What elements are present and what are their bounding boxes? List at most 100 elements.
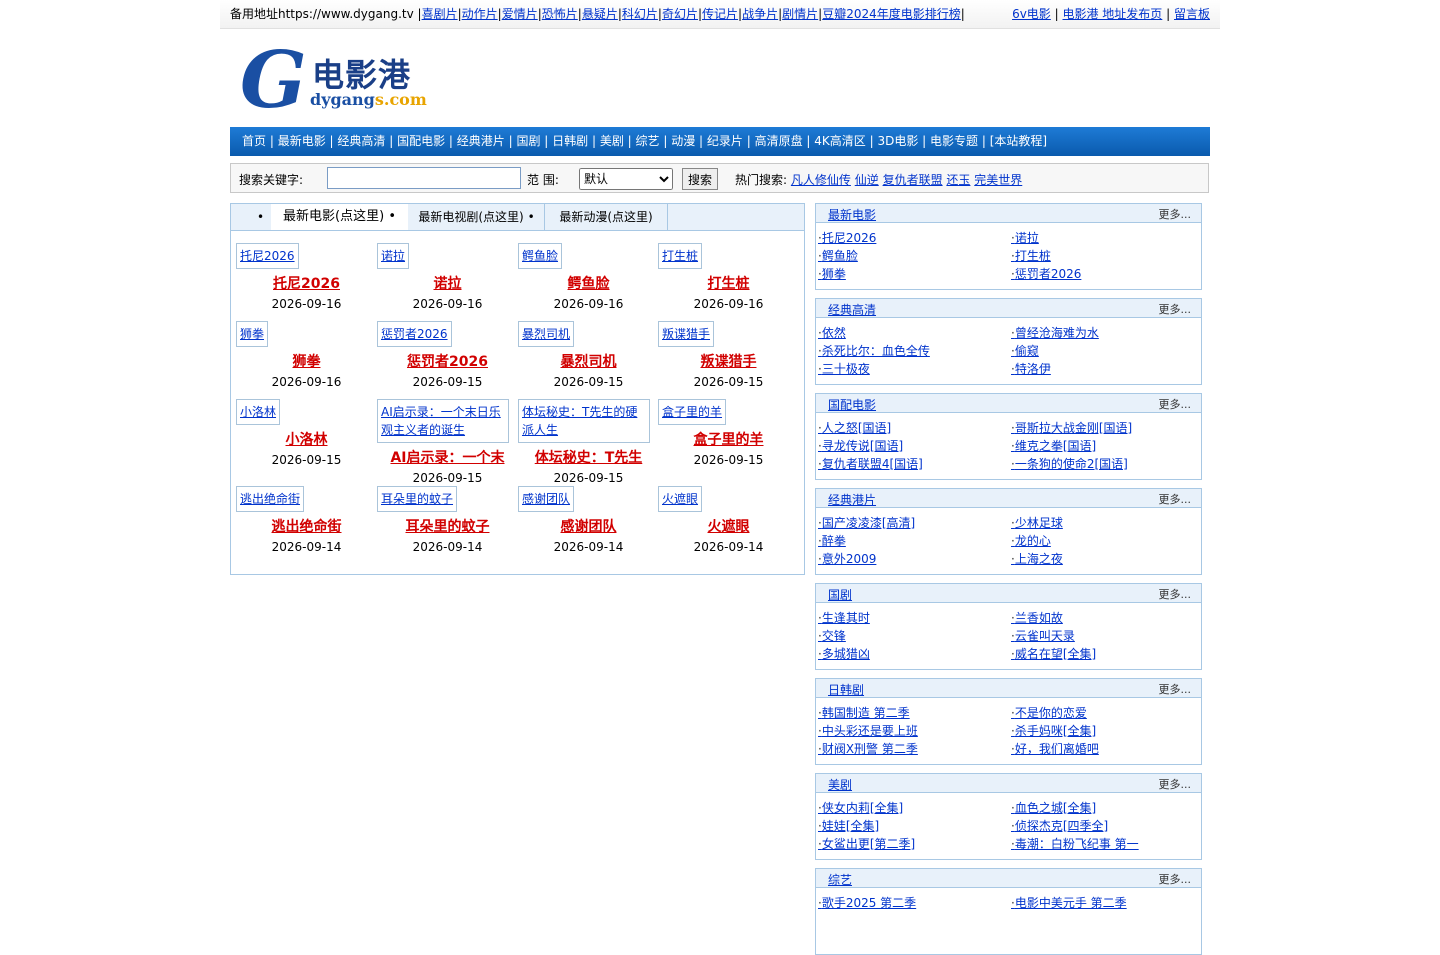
top-link-0[interactable]: 喜剧片 <box>422 7 458 21</box>
sidebar-box-title[interactable]: 国剧 <box>828 586 852 603</box>
sidebar-item[interactable]: 依然 <box>818 324 846 341</box>
sidebar-item[interactable]: 打生桩 <box>1011 247 1051 264</box>
hot-search-link-3[interactable]: 还玉 <box>946 173 970 187</box>
movie-thumb[interactable]: 耳朵里的蚊子 <box>377 486 458 512</box>
movie-title[interactable]: 小洛林 <box>236 429 377 449</box>
nav-item-7[interactable]: 美剧 <box>600 134 624 148</box>
more-link[interactable]: 更多... <box>1159 776 1192 792</box>
sidebar-box-title[interactable]: 经典高清 <box>828 301 876 318</box>
movie-title[interactable]: 鳄鱼脸 <box>518 273 659 293</box>
movie-title[interactable]: 暴烈司机 <box>518 351 659 371</box>
movie-thumb[interactable]: 打生桩 <box>658 243 703 269</box>
sidebar-box-title[interactable]: 日韩剧 <box>828 681 864 698</box>
nav-item-8[interactable]: 综艺 <box>636 134 660 148</box>
search-input[interactable] <box>327 167 521 189</box>
sidebar-item[interactable]: 偷窥 <box>1011 342 1039 359</box>
sidebar-item[interactable]: 好，我们离婚吧 <box>1011 740 1099 757</box>
movie-title[interactable]: 体坛秘史：T先生 <box>518 447 659 467</box>
sidebar-item[interactable]: 杀死比尔：血色全传 <box>818 342 930 359</box>
sidebar-item[interactable]: 韩国制造 第二季 <box>818 704 910 721</box>
movie-title[interactable]: 惩罚者2026 <box>377 351 518 371</box>
sidebar-item[interactable]: 女鲨出更[第二季] <box>818 835 915 852</box>
top-link-3[interactable]: 恐怖片 <box>542 7 578 21</box>
sidebar-item[interactable]: 兰香如故 <box>1011 609 1063 626</box>
sidebar-item[interactable]: 威名在望[全集] <box>1011 645 1096 662</box>
more-link[interactable]: 更多... <box>1159 396 1192 412</box>
movie-thumb[interactable]: 暴烈司机 <box>518 321 575 347</box>
hot-search-link-1[interactable]: 仙逆 <box>855 173 879 187</box>
sidebar-item[interactable]: 毒潮：白粉飞纪事 第一 <box>1011 835 1139 852</box>
sidebar-item[interactable]: 人之怒[国语] <box>818 419 891 436</box>
sidebar-item[interactable]: 一条狗的使命2[国语] <box>1011 455 1128 472</box>
top-right-link-1[interactable]: 电影港 地址发布页 <box>1062 7 1162 21</box>
sidebar-item[interactable]: 云雀叫天录 <box>1011 627 1075 644</box>
sidebar-box-title[interactable]: 最新电影 <box>828 206 876 223</box>
search-button[interactable]: 搜索 <box>682 168 718 190</box>
nav-item-6[interactable]: 日韩剧 <box>552 134 588 148</box>
sidebar-item[interactable]: 复仇者联盟4[国语] <box>818 455 923 472</box>
nav-item-14[interactable]: 电影专题 <box>930 134 978 148</box>
sidebar-item[interactable]: 维克之拳[国语] <box>1011 437 1096 454</box>
tab-latest-anime[interactable]: 最新动漫(点这里) <box>545 204 668 230</box>
movie-title[interactable]: 狮拳 <box>236 351 377 371</box>
nav-item-2[interactable]: 经典高清 <box>337 134 385 148</box>
sidebar-item[interactable]: 侦探杰克[四季全] <box>1011 817 1108 834</box>
top-link-5[interactable]: 科幻片 <box>622 7 658 21</box>
hot-search-link-0[interactable]: 凡人修仙传 <box>791 173 851 187</box>
nav-item-4[interactable]: 经典港片 <box>457 134 505 148</box>
sidebar-item[interactable]: 血色之城[全集] <box>1011 799 1096 816</box>
sidebar-item[interactable]: 意外2009 <box>818 550 877 567</box>
nav-item-15[interactable]: [本站教程] <box>990 134 1047 148</box>
sidebar-item[interactable]: 少林足球 <box>1011 514 1063 531</box>
sidebar-box-title[interactable]: 经典港片 <box>828 491 876 508</box>
nav-item-3[interactable]: 国配电影 <box>397 134 445 148</box>
sidebar-item[interactable]: 财阀X刑警 第二季 <box>818 740 918 757</box>
more-link[interactable]: 更多... <box>1159 301 1192 317</box>
sidebar-item[interactable]: 生逢其时 <box>818 609 870 626</box>
nav-item-13[interactable]: 3D电影 <box>877 134 918 148</box>
sidebar-item[interactable]: 诺拉 <box>1011 229 1039 246</box>
sidebar-item[interactable]: 托尼2026 <box>818 229 877 246</box>
movie-title[interactable]: AI启示录：一个末 <box>377 447 518 467</box>
sidebar-item[interactable]: 鳄鱼脸 <box>818 247 858 264</box>
movie-thumb[interactable]: 火遮眼 <box>658 486 703 512</box>
movie-thumb[interactable]: 诺拉 <box>377 243 410 269</box>
top-link-4[interactable]: 悬疑片 <box>582 7 618 21</box>
hot-search-link-2[interactable]: 复仇者联盟 <box>883 173 943 187</box>
movie-title[interactable]: 逃出绝命街 <box>236 516 377 536</box>
sidebar-item[interactable]: 哥斯拉大战金刚[国语] <box>1011 419 1132 436</box>
movie-title[interactable]: 耳朵里的蚊子 <box>377 516 518 536</box>
more-link[interactable]: 更多... <box>1159 491 1192 507</box>
hot-search-link-4[interactable]: 完美世界 <box>974 173 1022 187</box>
sidebar-item[interactable]: 多城猎凶 <box>818 645 870 662</box>
top-link-1[interactable]: 动作片 <box>462 7 498 21</box>
more-link[interactable]: 更多... <box>1159 871 1192 887</box>
movie-title[interactable]: 火遮眼 <box>658 516 799 536</box>
sidebar-item[interactable]: 上海之夜 <box>1011 550 1063 567</box>
sidebar-item[interactable]: 侠女内莉[全集] <box>818 799 903 816</box>
sidebar-item[interactable]: 国产凌凌漆[高清] <box>818 514 915 531</box>
movie-title[interactable]: 打生桩 <box>658 273 799 293</box>
sidebar-item[interactable]: 交锋 <box>818 627 846 644</box>
more-link[interactable]: 更多... <box>1159 586 1192 602</box>
nav-item-12[interactable]: 4K高清区 <box>814 134 866 148</box>
sidebar-box-title[interactable]: 综艺 <box>828 871 852 888</box>
sidebar-item[interactable]: 寻龙传说[国语] <box>818 437 903 454</box>
sidebar-item[interactable]: 龙的心 <box>1011 532 1051 549</box>
tab-latest-movies[interactable]: 最新电影(点这里) • <box>271 204 408 230</box>
movie-thumb[interactable]: 体坛秘史：T先生的硬派人生 <box>518 399 650 443</box>
nav-item-0[interactable]: 首页 <box>242 134 266 148</box>
movie-title[interactable]: 托尼2026 <box>236 273 377 293</box>
sidebar-item[interactable]: 电影中美元手 第二季 <box>1011 894 1127 911</box>
top-right-link-2[interactable]: 留言板 <box>1174 7 1210 21</box>
nav-item-9[interactable]: 动漫 <box>671 134 695 148</box>
movie-title[interactable]: 盒子里的羊 <box>658 429 799 449</box>
top-link-7[interactable]: 传记片 <box>702 7 738 21</box>
movie-thumb[interactable]: 叛谍猎手 <box>658 321 715 347</box>
movie-thumb[interactable]: AI启示录：一个末日乐观主义者的诞生 <box>377 399 509 443</box>
top-link-9[interactable]: 剧情片 <box>782 7 818 21</box>
movie-title[interactable]: 诺拉 <box>377 273 518 293</box>
nav-item-5[interactable]: 国剧 <box>516 134 540 148</box>
site-logo[interactable]: G 电影港 dygangs.com <box>240 42 430 120</box>
sidebar-item[interactable]: 歌手2025 第二季 <box>818 894 916 911</box>
